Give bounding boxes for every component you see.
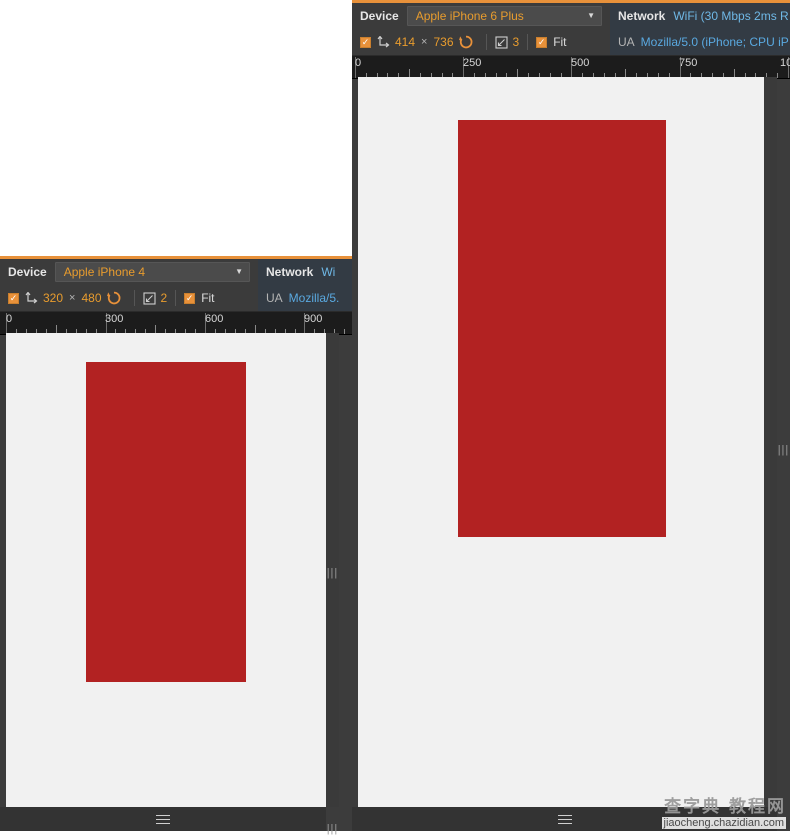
device-emulator-panel-iphone6plus: Device Apple iPhone 6 Plus ▼ ✓ 414 × 736…: [352, 0, 790, 831]
rotate-dimensions-icon[interactable]: [377, 35, 390, 49]
fit-checkbox[interactable]: ✓: [536, 36, 548, 48]
check-glyph: ✓: [537, 36, 546, 47]
network-row: Network WiFi (30 Mbps 2ms R: [610, 3, 790, 29]
ruler-tick: [777, 73, 778, 78]
network-row: Network Wi: [258, 259, 352, 285]
ruler-label: 10: [780, 57, 790, 69]
rotate-dimensions-icon[interactable]: [25, 291, 38, 305]
device-dimensions-row: ✓ 320 × 480 2 ✓ Fit: [0, 285, 258, 311]
network-label: Network: [266, 265, 314, 279]
fit-checkbox[interactable]: ✓: [184, 292, 196, 304]
device-settings-group: Device Apple iPhone 6 Plus ▼ ✓ 414 × 736…: [352, 3, 610, 55]
watermark-url: jiaocheng.chazidian.com: [661, 817, 786, 829]
hamburger-menu-icon[interactable]: [557, 812, 572, 827]
panel-resize-handle[interactable]: |||: [326, 819, 339, 839]
network-settings-group: Network Wi UA Mozilla/5.: [258, 259, 352, 311]
left-panel-edge-grip[interactable]: |||: [326, 563, 339, 583]
page-content-red-block: [458, 120, 666, 537]
check-glyph: ✓: [361, 36, 370, 47]
zoom-value[interactable]: 3: [513, 35, 520, 49]
watermark-cn: 查字典 教程网: [664, 797, 786, 817]
viewport-width-value[interactable]: 320: [43, 291, 63, 305]
horizontal-ruler[interactable]: 0 250 500 750 10: [352, 56, 790, 79]
device-emulator-panel-iphone4: Device Apple iPhone 4 ▼ ✓ 320 × 480 2 ✓ …: [0, 256, 352, 835]
dimension-separator: ×: [69, 292, 76, 304]
viewport-width-value[interactable]: 414: [395, 35, 415, 49]
device-select-value: Apple iPhone 6 Plus: [415, 9, 524, 23]
hamburger-menu-icon[interactable]: [156, 812, 170, 827]
check-glyph: ✓: [185, 292, 194, 303]
network-value[interactable]: Wi: [321, 265, 335, 279]
ruler-label: 750: [679, 57, 698, 69]
ruler-label: 300: [105, 313, 124, 325]
ruler-label: 900: [304, 313, 323, 325]
viewport-bottom-bar: [0, 807, 326, 831]
device-select[interactable]: Apple iPhone 4 ▼: [54, 262, 250, 282]
network-settings-group: Network WiFi (30 Mbps 2ms R UA Mozilla/5…: [610, 3, 790, 55]
viewport-height-value[interactable]: 480: [81, 291, 101, 305]
toolbar-divider-2: [527, 34, 529, 50]
page-content-red-block: [86, 362, 246, 682]
toolbar-divider-2: [175, 290, 177, 306]
dimensions-enabled-checkbox[interactable]: ✓: [360, 36, 371, 48]
ruler-label: 0: [6, 313, 13, 325]
swap-orientation-icon[interactable]: [458, 35, 473, 49]
ruler-label: 600: [205, 313, 224, 325]
ua-label: UA: [618, 35, 635, 49]
ua-label: UA: [266, 291, 283, 305]
device-selector-row: Device Apple iPhone 6 Plus ▼: [352, 3, 610, 29]
chevron-down-icon: ▼: [587, 11, 595, 20]
device-select-value: Apple iPhone 4: [63, 265, 146, 279]
user-agent-row: UA Mozilla/5.0 (iPhone; CPU iP: [610, 29, 790, 55]
fit-label: Fit: [553, 35, 567, 49]
emulation-toolbar: Device Apple iPhone 6 Plus ▼ ✓ 414 × 736…: [352, 3, 790, 56]
dimension-separator: ×: [421, 36, 428, 48]
panel-resize-handle[interactable]: |||: [777, 440, 790, 460]
network-label: Network: [618, 9, 666, 23]
swap-orientation-icon[interactable]: [106, 291, 121, 305]
ua-value[interactable]: Mozilla/5.0 (iPhone; CPU iP: [641, 35, 789, 49]
viewport-height-value[interactable]: 736: [433, 35, 453, 49]
device-viewport[interactable]: [6, 333, 326, 807]
viewport-scroll-rail[interactable]: [764, 77, 777, 807]
ruler-label: 0: [355, 57, 362, 69]
zoom-value[interactable]: 2: [161, 291, 168, 305]
device-selector-row: Device Apple iPhone 4 ▼: [0, 259, 258, 285]
device-settings-group: Device Apple iPhone 4 ▼ ✓ 320 × 480 2 ✓ …: [0, 259, 258, 311]
device-label: Device: [8, 265, 47, 279]
horizontal-ruler[interactable]: 0 300 600 900: [0, 312, 352, 335]
ruler-tick: [344, 329, 345, 334]
fit-label: Fit: [201, 291, 215, 305]
ruler-label: 500: [571, 57, 590, 69]
zoom-icon[interactable]: [142, 291, 156, 305]
ruler-label: 250: [463, 57, 482, 69]
check-glyph: ✓: [9, 292, 18, 303]
chevron-down-icon: ▼: [235, 267, 243, 276]
emulation-toolbar: Device Apple iPhone 4 ▼ ✓ 320 × 480 2 ✓ …: [0, 259, 352, 312]
zoom-icon[interactable]: [494, 35, 508, 49]
device-dimensions-row: ✓ 414 × 736 3 ✓ Fit: [352, 29, 610, 55]
network-value[interactable]: WiFi (30 Mbps 2ms R: [673, 9, 788, 23]
device-label: Device: [360, 9, 399, 23]
dimensions-enabled-checkbox[interactable]: ✓: [8, 292, 19, 304]
device-select[interactable]: Apple iPhone 6 Plus ▼: [406, 6, 602, 26]
toolbar-divider: [485, 34, 487, 50]
user-agent-row: UA Mozilla/5.: [258, 285, 352, 311]
device-viewport[interactable]: [358, 77, 777, 807]
toolbar-divider: [133, 290, 135, 306]
watermark: 查字典 教程网 jiaocheng.chazidian.com: [661, 792, 786, 829]
ua-value[interactable]: Mozilla/5.: [289, 291, 340, 305]
